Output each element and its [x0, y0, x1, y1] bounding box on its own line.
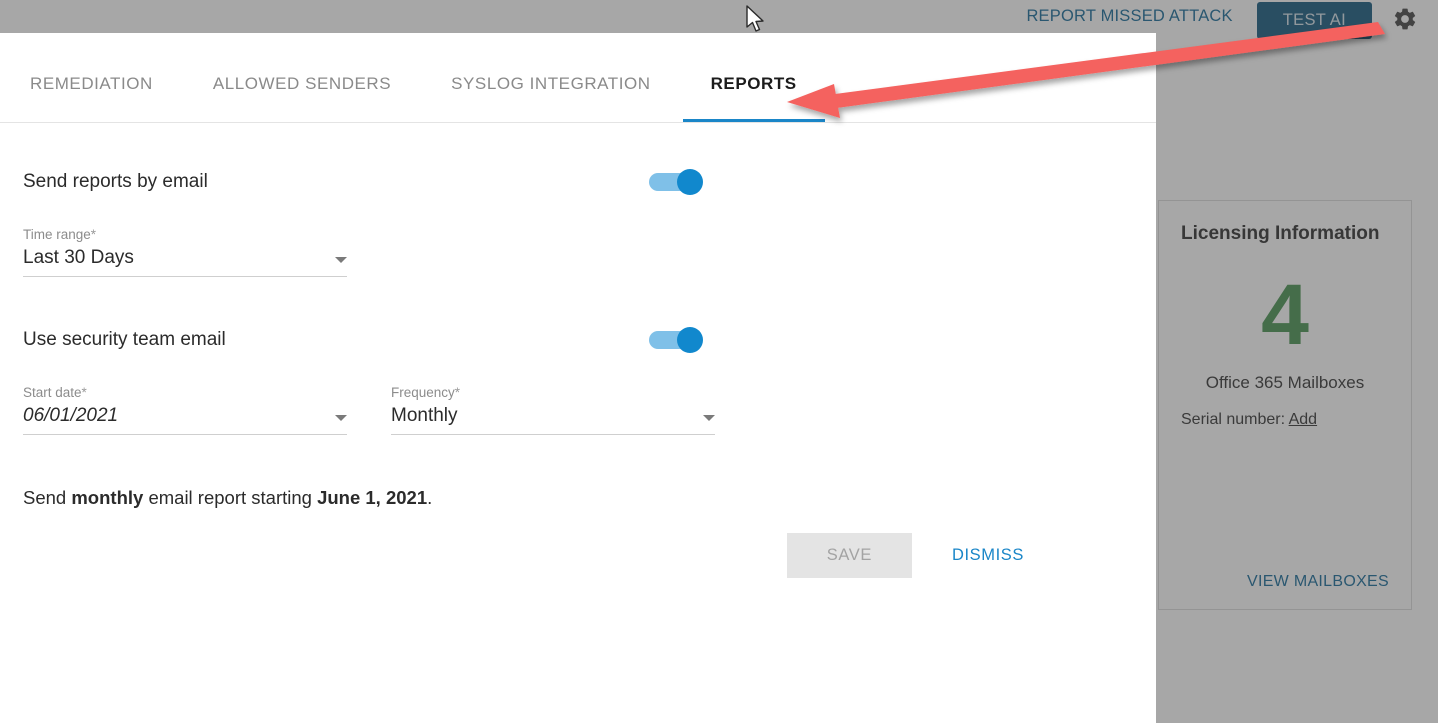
summary-frequency: monthly	[71, 487, 144, 508]
tab-syslog-integration[interactable]: SYSLOG INTEGRATION	[451, 74, 650, 122]
frequency-label-text: Frequency	[391, 385, 455, 400]
schedule-summary-text: Send monthly email report starting June …	[23, 487, 1126, 509]
tab-remediation-label: REMEDIATION	[30, 74, 153, 93]
start-date-value: 06/01/2021	[23, 405, 119, 426]
use-security-team-email-toggle[interactable]	[649, 327, 703, 353]
summary-part-2: email report starting	[143, 487, 318, 508]
summary-start-date: June 1, 2021	[317, 487, 428, 508]
tab-reports-label: REPORTS	[710, 74, 797, 93]
frequency-label: Frequency*	[391, 385, 715, 400]
send-reports-by-email-label: Send reports by email	[23, 171, 208, 192]
tab-remediation[interactable]: REMEDIATION	[30, 74, 153, 122]
save-button[interactable]: SAVE	[786, 533, 912, 578]
chevron-down-icon[interactable]	[335, 415, 347, 421]
screen: REPORT MISSED ATTACK TEST AI Licensing I…	[0, 0, 1438, 723]
settings-tabbar: REMEDIATION ALLOWED SENDERS SYSLOG INTEG…	[0, 33, 1156, 123]
tab-reports[interactable]: REPORTS	[682, 74, 825, 122]
tab-allowed-senders[interactable]: ALLOWED SENDERS	[213, 74, 391, 122]
time-range-label: Time range*	[23, 227, 347, 242]
chevron-down-icon[interactable]	[335, 257, 347, 263]
send-reports-by-email-row: Send reports by email	[23, 169, 703, 195]
start-date-control[interactable]: 06/01/2021	[23, 405, 347, 435]
time-range-control[interactable]: Last 30 Days	[23, 247, 347, 277]
start-date-label: Start date*	[23, 385, 347, 400]
frequency-field[interactable]: Frequency* Monthly	[391, 385, 715, 435]
chevron-down-icon[interactable]	[703, 415, 715, 421]
use-security-team-email-label: Use security team email	[23, 329, 226, 350]
toggle-knob	[677, 169, 703, 195]
frequency-value: Monthly	[391, 405, 458, 426]
time-range-label-text: Time range	[23, 227, 91, 242]
time-range-value: Last 30 Days	[23, 247, 134, 268]
tab-syslog-integration-label: SYSLOG INTEGRATION	[451, 74, 651, 93]
start-date-field[interactable]: Start date* 06/01/2021	[23, 385, 347, 435]
dismiss-button[interactable]: DISMISS	[930, 533, 1046, 578]
use-security-team-email-row: Use security team email	[23, 327, 703, 353]
summary-part-1: Send	[23, 487, 72, 508]
frequency-required-marker: *	[454, 385, 461, 400]
dialog-actions: SAVE DISMISS	[23, 533, 1126, 578]
start-date-required-marker: *	[81, 385, 87, 400]
settings-dialog: REMEDIATION ALLOWED SENDERS SYSLOG INTEG…	[0, 33, 1156, 723]
tab-allowed-senders-label: ALLOWED SENDERS	[212, 74, 392, 93]
reports-settings-form: Send reports by email Time range* Last 3…	[0, 123, 1156, 578]
start-date-label-text: Start date	[23, 385, 82, 400]
summary-part-3: .	[427, 487, 433, 508]
frequency-control[interactable]: Monthly	[391, 405, 715, 435]
time-range-field[interactable]: Time range* Last 30 Days	[23, 227, 347, 277]
send-reports-by-email-toggle[interactable]	[649, 169, 703, 195]
mouse-cursor	[746, 5, 764, 32]
schedule-row: Start date* 06/01/2021 Frequency* Monthl…	[23, 385, 1126, 435]
toggle-knob	[677, 327, 703, 353]
time-range-row: Time range* Last 30 Days	[23, 227, 1126, 277]
time-range-required-marker: *	[90, 227, 97, 242]
